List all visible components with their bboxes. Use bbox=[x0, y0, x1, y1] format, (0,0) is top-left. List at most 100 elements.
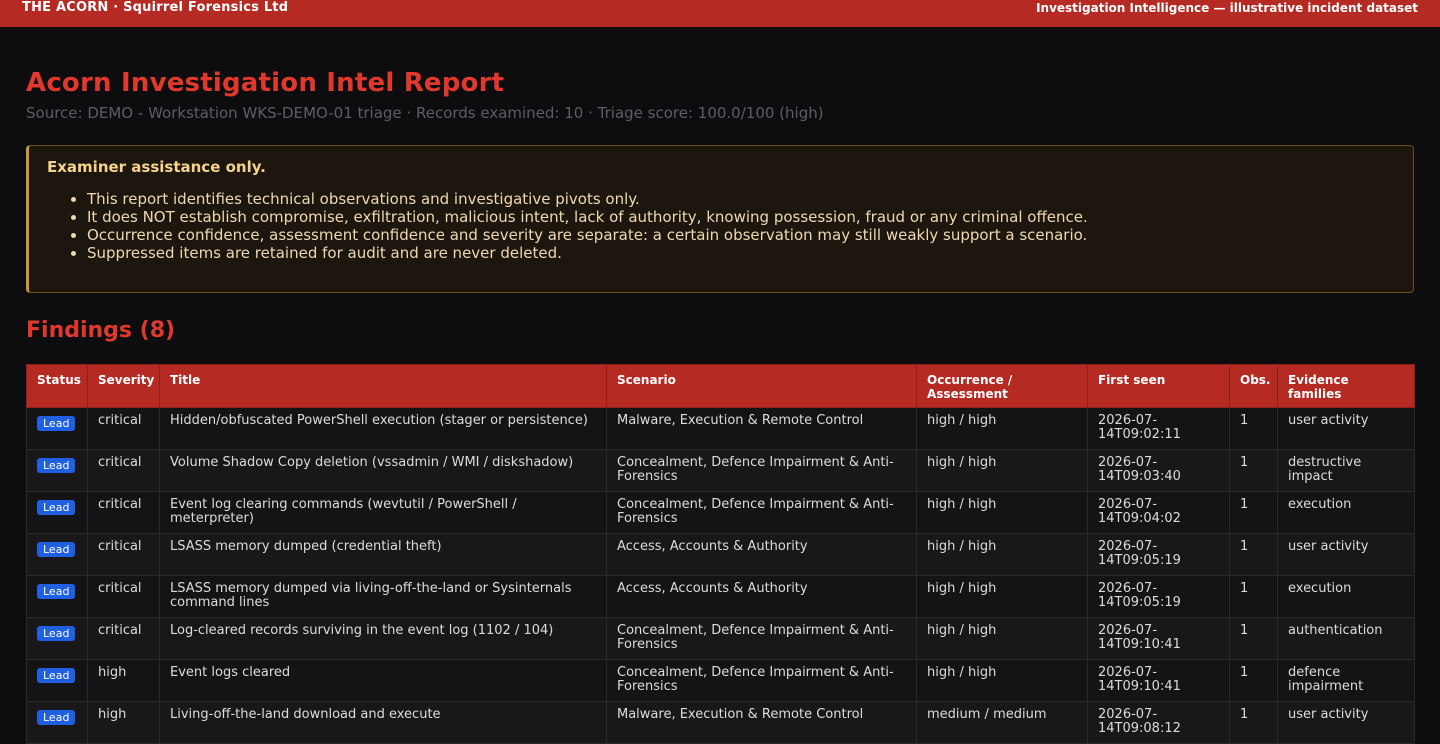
severity-cell: critical bbox=[87, 575, 160, 618]
first-seen-cell: 2026-07-14T09:02:11 bbox=[1087, 407, 1230, 450]
status-cell: Lead bbox=[26, 617, 88, 660]
report-subtitle: Source: DEMO - Workstation WKS-DEMO-01 t… bbox=[26, 104, 824, 122]
confidence-cell: high / high bbox=[916, 407, 1088, 450]
scenario-cell: Access, Accounts & Authority bbox=[606, 533, 917, 576]
scenario-cell: Concealment, Defence Impairment & Anti-F… bbox=[606, 659, 917, 702]
confidence-cell: high / high bbox=[916, 617, 1088, 660]
scenario-cell: Concealment, Defence Impairment & Anti-F… bbox=[606, 449, 917, 492]
evidence-families-cell: user activity bbox=[1277, 407, 1415, 450]
table-header-row: Status Severity Title Scenario Occurrenc… bbox=[26, 364, 1415, 408]
confidence-cell: high / high bbox=[916, 659, 1088, 702]
main-content: Acorn Investigation Intel Report Source:… bbox=[0, 67, 1440, 744]
table-row[interactable]: Lead critical Log-cleared records survivin… bbox=[26, 617, 1415, 660]
first-seen-cell: 2026-07-14T09:03:40 bbox=[1087, 449, 1230, 492]
status-cell: Lead bbox=[26, 491, 88, 534]
finding-title-cell: Log-cleared records surviving in the eve… bbox=[159, 617, 607, 660]
notice-list: This report identifies technical observa… bbox=[47, 190, 1395, 262]
notice-item: Suppressed items are retained for audit … bbox=[87, 244, 1395, 262]
table-row[interactable]: Lead critical Hidden/obfuscated PowerShell… bbox=[26, 407, 1415, 450]
status-cell: Lead bbox=[26, 701, 88, 744]
first-seen-cell: 2026-07-14T09:10:41 bbox=[1087, 617, 1230, 660]
observation-count-cell: 1 bbox=[1229, 575, 1278, 618]
severity-cell: critical bbox=[87, 449, 160, 492]
column-header-title[interactable]: Title bbox=[159, 364, 607, 408]
evidence-families-cell: execution bbox=[1277, 491, 1415, 534]
evidence-families-cell: user activity bbox=[1277, 533, 1415, 576]
finding-title-cell: Hidden/obfuscated PowerShell execution (… bbox=[159, 407, 607, 450]
observation-count-cell: 1 bbox=[1229, 491, 1278, 534]
first-seen-cell: 2026-07-14T09:10:41 bbox=[1087, 659, 1230, 702]
table-row[interactable]: Lead critical LSASS memory dumped (credent… bbox=[26, 533, 1415, 576]
first-seen-cell: 2026-07-14T09:04:02 bbox=[1087, 491, 1230, 534]
status-cell: Lead bbox=[26, 533, 88, 576]
brand-name: THE ACORN · Squirrel Forensics Ltd bbox=[22, 0, 289, 15]
notice-title: Examiner assistance only. bbox=[47, 158, 266, 176]
column-header-scenario[interactable]: Scenario bbox=[606, 364, 917, 408]
status-cell: Lead bbox=[26, 659, 88, 702]
examiner-notice: Examiner assistance only. This report id… bbox=[26, 145, 1414, 293]
table-row[interactable]: Lead critical LSASS memory dumped via livi… bbox=[26, 575, 1415, 618]
top-bar: THE ACORN · Squirrel Forensics Ltd Inves… bbox=[0, 0, 1440, 27]
status-cell: Lead bbox=[26, 575, 88, 618]
confidence-cell: high / high bbox=[916, 533, 1088, 576]
status-badge[interactable]: Lead bbox=[37, 710, 76, 725]
observation-count-cell: 1 bbox=[1229, 659, 1278, 702]
severity-cell: high bbox=[87, 701, 160, 744]
column-header-first-seen[interactable]: First seen bbox=[1087, 364, 1230, 408]
scenario-cell: Concealment, Defence Impairment & Anti-F… bbox=[606, 491, 917, 534]
column-header-confidence[interactable]: Occurrence / Assessment bbox=[916, 364, 1088, 408]
table-row[interactable]: Lead critical Event log clearing commands … bbox=[26, 491, 1415, 534]
page-title: Acorn Investigation Intel Report bbox=[26, 68, 505, 98]
column-header-obs[interactable]: Obs. bbox=[1229, 364, 1278, 408]
confidence-cell: high / high bbox=[916, 575, 1088, 618]
scenario-cell: Concealment, Defence Impairment & Anti-F… bbox=[606, 617, 917, 660]
notice-item: Occurrence confidence, assessment confid… bbox=[87, 226, 1395, 244]
table-row[interactable]: Lead high Living-off-the-land download and… bbox=[26, 701, 1415, 744]
notice-item: It does NOT establish compromise, exfilt… bbox=[87, 208, 1395, 226]
confidence-cell: high / high bbox=[916, 491, 1088, 534]
table-row[interactable]: Lead high Event logs cleared Concealment, D… bbox=[26, 659, 1415, 702]
observation-count-cell: 1 bbox=[1229, 449, 1278, 492]
status-badge[interactable]: Lead bbox=[37, 584, 76, 599]
severity-cell: critical bbox=[87, 617, 160, 660]
evidence-families-cell: user activity bbox=[1277, 701, 1415, 744]
finding-title-cell: LSASS memory dumped via living-off-the-l… bbox=[159, 575, 607, 618]
status-cell: Lead bbox=[26, 449, 88, 492]
status-badge[interactable]: Lead bbox=[37, 458, 76, 473]
column-header-severity[interactable]: Severity bbox=[87, 364, 160, 408]
finding-title-cell: Living-off-the-land download and execute bbox=[159, 701, 607, 744]
scenario-cell: Access, Accounts & Authority bbox=[606, 575, 917, 618]
first-seen-cell: 2026-07-14T09:05:19 bbox=[1087, 575, 1230, 618]
status-badge[interactable]: Lead bbox=[37, 626, 76, 641]
severity-cell: critical bbox=[87, 407, 160, 450]
confidence-cell: medium / medium bbox=[916, 701, 1088, 744]
table-row[interactable]: Lead critical Volume Shadow Copy deletion … bbox=[26, 449, 1415, 492]
first-seen-cell: 2026-07-14T09:05:19 bbox=[1087, 533, 1230, 576]
evidence-families-cell: execution bbox=[1277, 575, 1415, 618]
finding-title-cell: Event log clearing commands (wevtutil / … bbox=[159, 491, 607, 534]
severity-cell: high bbox=[87, 659, 160, 702]
findings-table: Status Severity Title Scenario Occurrenc… bbox=[26, 364, 1415, 744]
evidence-families-cell: authentication bbox=[1277, 617, 1415, 660]
first-seen-cell: 2026-07-14T09:08:12 bbox=[1087, 701, 1230, 744]
status-badge[interactable]: Lead bbox=[37, 542, 76, 557]
scenario-cell: Malware, Execution & Remote Control bbox=[606, 701, 917, 744]
observation-count-cell: 1 bbox=[1229, 701, 1278, 744]
observation-count-cell: 1 bbox=[1229, 533, 1278, 576]
status-cell: Lead bbox=[26, 407, 88, 450]
status-badge[interactable]: Lead bbox=[37, 668, 76, 683]
notice-item: This report identifies technical observa… bbox=[87, 190, 1395, 208]
status-badge[interactable]: Lead bbox=[37, 416, 76, 431]
observation-count-cell: 1 bbox=[1229, 407, 1278, 450]
status-badge[interactable]: Lead bbox=[37, 500, 76, 515]
severity-cell: critical bbox=[87, 491, 160, 534]
finding-title-cell: Event logs cleared bbox=[159, 659, 607, 702]
severity-cell: critical bbox=[87, 533, 160, 576]
evidence-families-cell: destructive impact bbox=[1277, 449, 1415, 492]
tagline: Investigation Intelligence — illustrativ… bbox=[1036, 0, 1418, 15]
column-header-evidence-families[interactable]: Evidence families bbox=[1277, 364, 1415, 408]
column-header-status[interactable]: Status bbox=[26, 364, 88, 408]
scenario-cell: Malware, Execution & Remote Control bbox=[606, 407, 917, 450]
finding-title-cell: Volume Shadow Copy deletion (vssadmin / … bbox=[159, 449, 607, 492]
evidence-families-cell: defence impairment bbox=[1277, 659, 1415, 702]
